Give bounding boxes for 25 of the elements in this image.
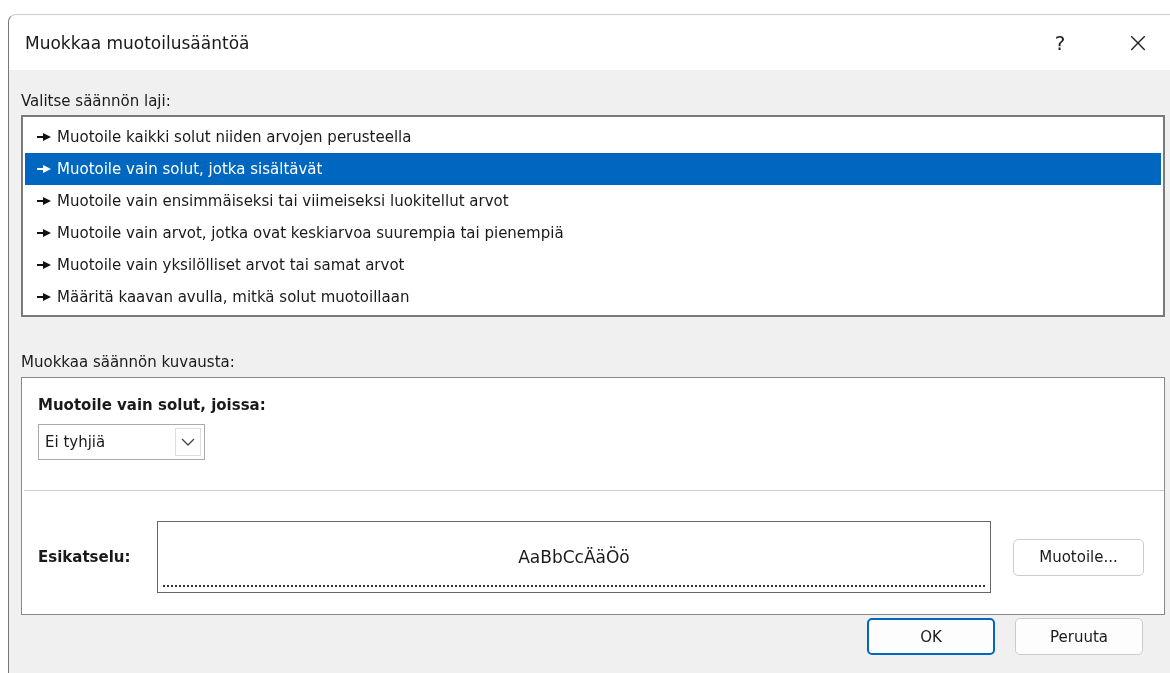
- close-button[interactable]: ×: [1118, 22, 1158, 63]
- arrow-icon: [37, 165, 51, 173]
- description-label: Muokkaa säännön kuvausta:: [21, 353, 236, 371]
- rule-type-item[interactable]: Määritä kaavan avulla, mitkä solut muotoillaan: [25, 281, 1161, 313]
- rule-type-item[interactable]: Muotoile vain arvot, jotka ovat keskiarvoa suurempia tai pienempiä: [25, 217, 1161, 249]
- rule-type-item[interactable]: Muotoile vain yksilölliset arvot tai samat arvot: [25, 249, 1161, 281]
- rule-type-item[interactable]: Muotoile kaikki solut niiden arvojen perusteella: [25, 121, 1161, 153]
- condition-heading: Muotoile vain solut, joissa:: [38, 396, 267, 414]
- rule-type-label: Valitse säännön laji:: [21, 92, 172, 110]
- arrow-icon: [37, 261, 51, 269]
- arrow-icon: [37, 197, 51, 205]
- rule-type-item[interactable]: Muotoile vain solut, jotka sisältävät: [25, 153, 1161, 185]
- arrow-icon: [37, 133, 51, 141]
- ok-button[interactable]: OK: [867, 618, 995, 655]
- arrow-icon: [37, 293, 51, 301]
- format-button[interactable]: Muotoile...: [1013, 538, 1144, 576]
- help-button[interactable]: ?: [1040, 22, 1080, 63]
- arrow-icon: [37, 229, 51, 237]
- preview-text: AaBbCcÄäÖö: [518, 547, 630, 567]
- rule-type-item[interactable]: Muotoile vain ensimmäiseksi tai viimeiseksi luokitellut arvot: [25, 185, 1161, 217]
- condition-dropdown[interactable]: Ei tyhjiä: [38, 424, 205, 460]
- chevron-down-icon: [181, 438, 195, 446]
- preview-label: Esikatselu:: [38, 548, 132, 566]
- window-title: Muokkaa muotoilusääntöä: [25, 32, 251, 53]
- cancel-button[interactable]: Peruuta: [1015, 618, 1143, 655]
